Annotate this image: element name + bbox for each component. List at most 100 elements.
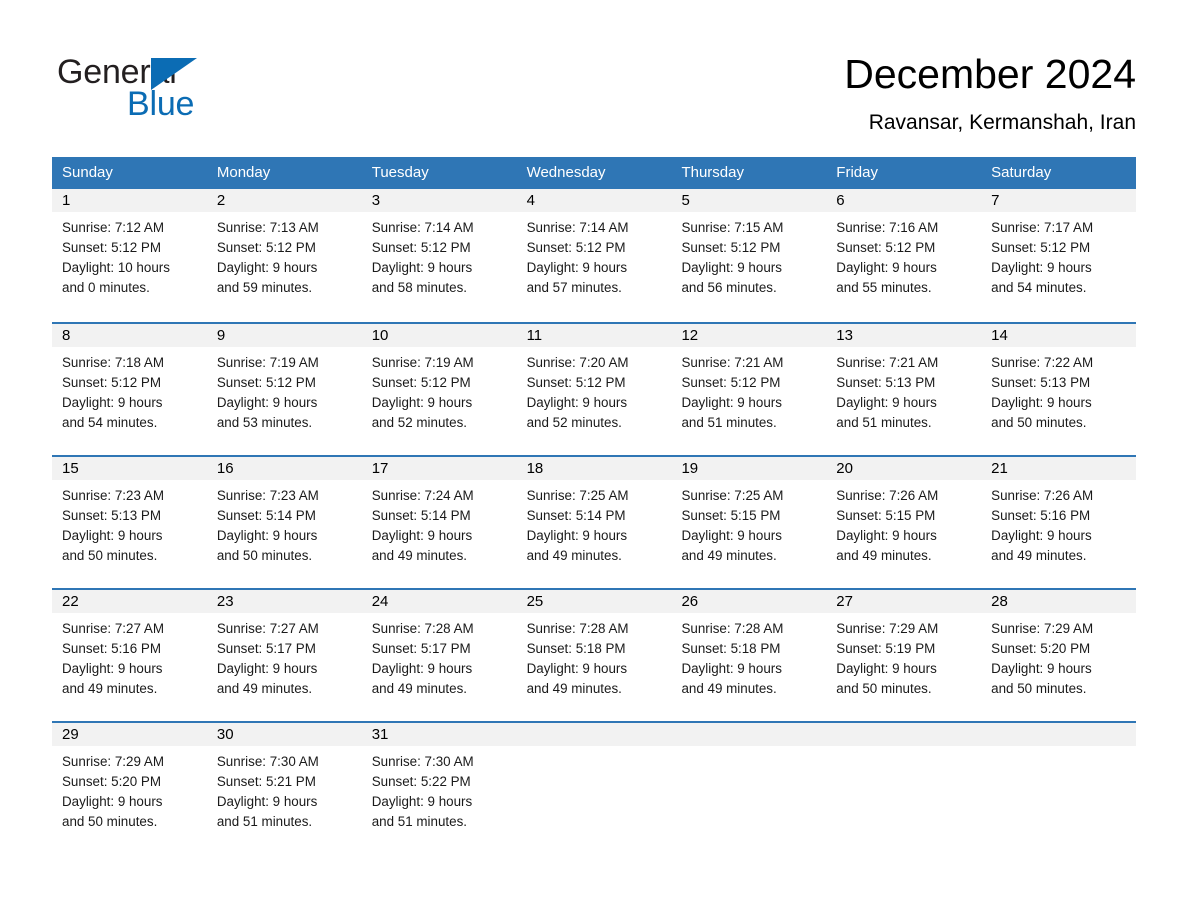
daylight-duration-line1: Daylight: 9 hours bbox=[216, 395, 318, 410]
sunset-time: Sunset: 5:12 PM bbox=[681, 240, 781, 255]
calendar-day-cell[interactable]: 21 Sunrise: 7:26 AM Sunset: 5:16 PM Dayligh… bbox=[981, 457, 1137, 588]
day-details: Sunrise: 7:25 AM Sunset: 5:15 PM Daylight:… bbox=[671, 480, 826, 566]
day-details: Sunrise: 7:23 AM Sunset: 5:14 PM Daylight:… bbox=[207, 480, 362, 566]
calendar-day-cell[interactable]: 28 Sunrise: 7:29 AM Sunset: 5:20 PM Dayligh… bbox=[981, 590, 1137, 721]
calendar-day-cell[interactable]: 13 Sunrise: 7:21 AM Sunset: 5:13 PM Dayligh… bbox=[826, 324, 982, 455]
calendar-day-cell[interactable]: 20 Sunrise: 7:26 AM Sunset: 5:15 PM Dayligh… bbox=[826, 457, 982, 588]
calendar-week-row: 29 Sunrise: 7:29 AM Sunset: 5:20 PM Dayligh… bbox=[52, 721, 1137, 854]
calendar-day-cell[interactable]: 11 Sunrise: 7:20 AM Sunset: 5:12 PM Dayligh… bbox=[516, 324, 672, 455]
calendar-day-cell[interactable]: 2 Sunrise: 7:13 AM Sunset: 5:12 PM Daylight… bbox=[206, 189, 362, 322]
sunrise-time: Sunrise: 7:22 AM bbox=[991, 355, 1094, 370]
day-number-band: 28 bbox=[981, 590, 1137, 613]
day-details: Sunrise: 7:25 AM Sunset: 5:14 PM Daylight:… bbox=[517, 480, 672, 566]
day-details: Sunrise: 7:16 AM Sunset: 5:12 PM Daylight:… bbox=[826, 212, 981, 298]
sunrise-time: Sunrise: 7:28 AM bbox=[371, 621, 474, 636]
calendar-day-cell[interactable]: 4 Sunrise: 7:14 AM Sunset: 5:12 PM Daylight… bbox=[516, 189, 672, 322]
daylight-duration-line2: and 49 minutes. bbox=[836, 548, 932, 563]
calendar-day-cell[interactable]: 25 Sunrise: 7:28 AM Sunset: 5:18 PM Dayligh… bbox=[516, 590, 672, 721]
calendar-day-cell[interactable]: 5 Sunrise: 7:15 AM Sunset: 5:12 PM Daylight… bbox=[671, 189, 827, 322]
day-details: Sunrise: 7:22 AM Sunset: 5:13 PM Daylight:… bbox=[981, 347, 1136, 433]
day-number-band: 24 bbox=[361, 590, 517, 613]
calendar-day-cell[interactable]: 17 Sunrise: 7:24 AM Sunset: 5:14 PM Dayligh… bbox=[361, 457, 517, 588]
sunrise-time: Sunrise: 7:30 AM bbox=[216, 754, 319, 769]
sunrise-time: Sunrise: 7:29 AM bbox=[836, 621, 939, 636]
day-details: Sunrise: 7:15 AM Sunset: 5:12 PM Daylight:… bbox=[671, 212, 826, 298]
daylight-duration-line1: Daylight: 9 hours bbox=[836, 661, 937, 676]
day-details: Sunrise: 7:21 AM Sunset: 5:13 PM Daylight:… bbox=[826, 347, 981, 433]
sunset-time: Sunset: 5:17 PM bbox=[216, 641, 316, 656]
calendar-day-cell[interactable]: 6 Sunrise: 7:16 AM Sunset: 5:12 PM Daylight… bbox=[826, 189, 982, 322]
day-number-band: 1 bbox=[52, 189, 207, 212]
daylight-duration-line2: and 52 minutes. bbox=[371, 415, 468, 430]
daylight-duration-line1: Daylight: 9 hours bbox=[371, 794, 473, 809]
sunrise-time: Sunrise: 7:30 AM bbox=[371, 754, 474, 769]
day-number: 4 bbox=[526, 192, 535, 209]
daylight-duration-line1: Daylight: 9 hours bbox=[991, 528, 1092, 543]
sunrise-time: Sunrise: 7:14 AM bbox=[526, 220, 629, 235]
calendar-day-cell-empty bbox=[826, 723, 982, 854]
day-details: Sunrise: 7:28 AM Sunset: 5:18 PM Daylight:… bbox=[671, 613, 826, 699]
calendar-day-cell[interactable]: 18 Sunrise: 7:25 AM Sunset: 5:14 PM Dayligh… bbox=[516, 457, 672, 588]
calendar-day-cell[interactable]: 14 Sunrise: 7:22 AM Sunset: 5:13 PM Dayligh… bbox=[981, 324, 1137, 455]
sunset-time: Sunset: 5:12 PM bbox=[836, 240, 936, 255]
day-number: 3 bbox=[371, 192, 381, 209]
daylight-duration-line2: and 50 minutes. bbox=[991, 681, 1087, 696]
sunrise-time: Sunrise: 7:28 AM bbox=[681, 621, 784, 636]
daylight-duration-line2: and 58 minutes. bbox=[371, 280, 468, 295]
calendar-day-cell[interactable]: 10 Sunrise: 7:19 AM Sunset: 5:12 PM Dayligh… bbox=[361, 324, 517, 455]
calendar-day-cell-empty bbox=[981, 723, 1137, 854]
calendar-day-cell[interactable]: 1 Sunrise: 7:12 AM Sunset: 5:12 PM Daylight… bbox=[52, 189, 207, 322]
calendar-day-cell[interactable]: 22 Sunrise: 7:27 AM Sunset: 5:16 PM Dayligh… bbox=[52, 590, 207, 721]
sunset-time: Sunset: 5:16 PM bbox=[62, 641, 161, 656]
day-details: Sunrise: 7:13 AM Sunset: 5:12 PM Daylight:… bbox=[207, 212, 362, 298]
daylight-duration-line2: and 51 minutes. bbox=[371, 814, 468, 829]
daylight-duration-line1: Daylight: 9 hours bbox=[62, 794, 163, 809]
calendar-day-cell[interactable]: 3 Sunrise: 7:14 AM Sunset: 5:12 PM Daylight… bbox=[361, 189, 517, 322]
daylight-duration-line2: and 59 minutes. bbox=[216, 280, 313, 295]
sunset-time: Sunset: 5:13 PM bbox=[836, 375, 936, 390]
sunrise-time: Sunrise: 7:12 AM bbox=[62, 220, 164, 235]
sunset-time: Sunset: 5:12 PM bbox=[371, 375, 471, 390]
sunset-time: Sunset: 5:12 PM bbox=[681, 375, 781, 390]
day-number-band bbox=[671, 723, 827, 746]
calendar-day-cell[interactable]: 12 Sunrise: 7:21 AM Sunset: 5:12 PM Dayligh… bbox=[671, 324, 827, 455]
day-number: 7 bbox=[991, 192, 1000, 209]
calendar-day-cell[interactable]: 27 Sunrise: 7:29 AM Sunset: 5:19 PM Dayligh… bbox=[826, 590, 982, 721]
calendar-day-cell[interactable]: 30 Sunrise: 7:30 AM Sunset: 5:21 PM Dayligh… bbox=[206, 723, 362, 854]
daylight-duration-line2: and 49 minutes. bbox=[681, 681, 777, 696]
day-number: 6 bbox=[836, 192, 845, 209]
calendar-day-cell[interactable]: 31 Sunrise: 7:30 AM Sunset: 5:22 PM Dayligh… bbox=[361, 723, 517, 854]
sunset-time: Sunset: 5:18 PM bbox=[681, 641, 781, 656]
calendar-day-cell[interactable]: 16 Sunrise: 7:23 AM Sunset: 5:14 PM Dayligh… bbox=[206, 457, 362, 588]
calendar-day-cell[interactable]: 19 Sunrise: 7:25 AM Sunset: 5:15 PM Dayligh… bbox=[671, 457, 827, 588]
sunrise-time: Sunrise: 7:26 AM bbox=[836, 488, 939, 503]
calendar-day-cell[interactable]: 8 Sunrise: 7:18 AM Sunset: 5:12 PM Daylight… bbox=[52, 324, 207, 455]
daylight-duration-line1: Daylight: 9 hours bbox=[991, 661, 1092, 676]
day-number-band: 9 bbox=[206, 324, 362, 347]
day-number-band: 21 bbox=[981, 457, 1137, 480]
sunrise-time: Sunrise: 7:27 AM bbox=[62, 621, 164, 636]
day-number-band: 11 bbox=[516, 324, 672, 347]
calendar-day-cell[interactable]: 29 Sunrise: 7:29 AM Sunset: 5:20 PM Dayligh… bbox=[52, 723, 207, 854]
daylight-duration-line2: and 51 minutes. bbox=[681, 415, 777, 430]
calendar-week-row: 15 Sunrise: 7:23 AM Sunset: 5:13 PM Dayligh… bbox=[52, 455, 1137, 588]
day-number-band: 10 bbox=[361, 324, 517, 347]
daylight-duration-line1: Daylight: 9 hours bbox=[62, 661, 163, 676]
day-number-band: 16 bbox=[206, 457, 362, 480]
calendar-day-cell[interactable]: 24 Sunrise: 7:28 AM Sunset: 5:17 PM Dayligh… bbox=[361, 590, 517, 721]
daylight-duration-line1: Daylight: 9 hours bbox=[681, 260, 782, 275]
day-number-band: 31 bbox=[361, 723, 517, 746]
weekday-header-wednesday: Wednesday bbox=[526, 164, 606, 181]
sunrise-time: Sunrise: 7:23 AM bbox=[62, 488, 164, 503]
calendar-day-cell-empty bbox=[516, 723, 672, 854]
brand-logo[interactable]: General Blue bbox=[57, 52, 387, 123]
calendar-day-cell[interactable]: 23 Sunrise: 7:27 AM Sunset: 5:17 PM Dayligh… bbox=[206, 590, 362, 721]
sunrise-time: Sunrise: 7:14 AM bbox=[371, 220, 474, 235]
day-details: Sunrise: 7:14 AM Sunset: 5:12 PM Daylight:… bbox=[362, 212, 517, 298]
calendar-day-cell[interactable]: 7 Sunrise: 7:17 AM Sunset: 5:12 PM Daylight… bbox=[981, 189, 1137, 322]
sunset-time: Sunset: 5:12 PM bbox=[526, 375, 626, 390]
daylight-duration-line1: Daylight: 9 hours bbox=[991, 260, 1092, 275]
calendar-day-cell[interactable]: 26 Sunrise: 7:28 AM Sunset: 5:18 PM Dayligh… bbox=[671, 590, 827, 721]
calendar-day-cell[interactable]: 15 Sunrise: 7:23 AM Sunset: 5:13 PM Dayligh… bbox=[52, 457, 207, 588]
calendar-day-cell[interactable]: 9 Sunrise: 7:19 AM Sunset: 5:12 PM Daylight… bbox=[206, 324, 362, 455]
